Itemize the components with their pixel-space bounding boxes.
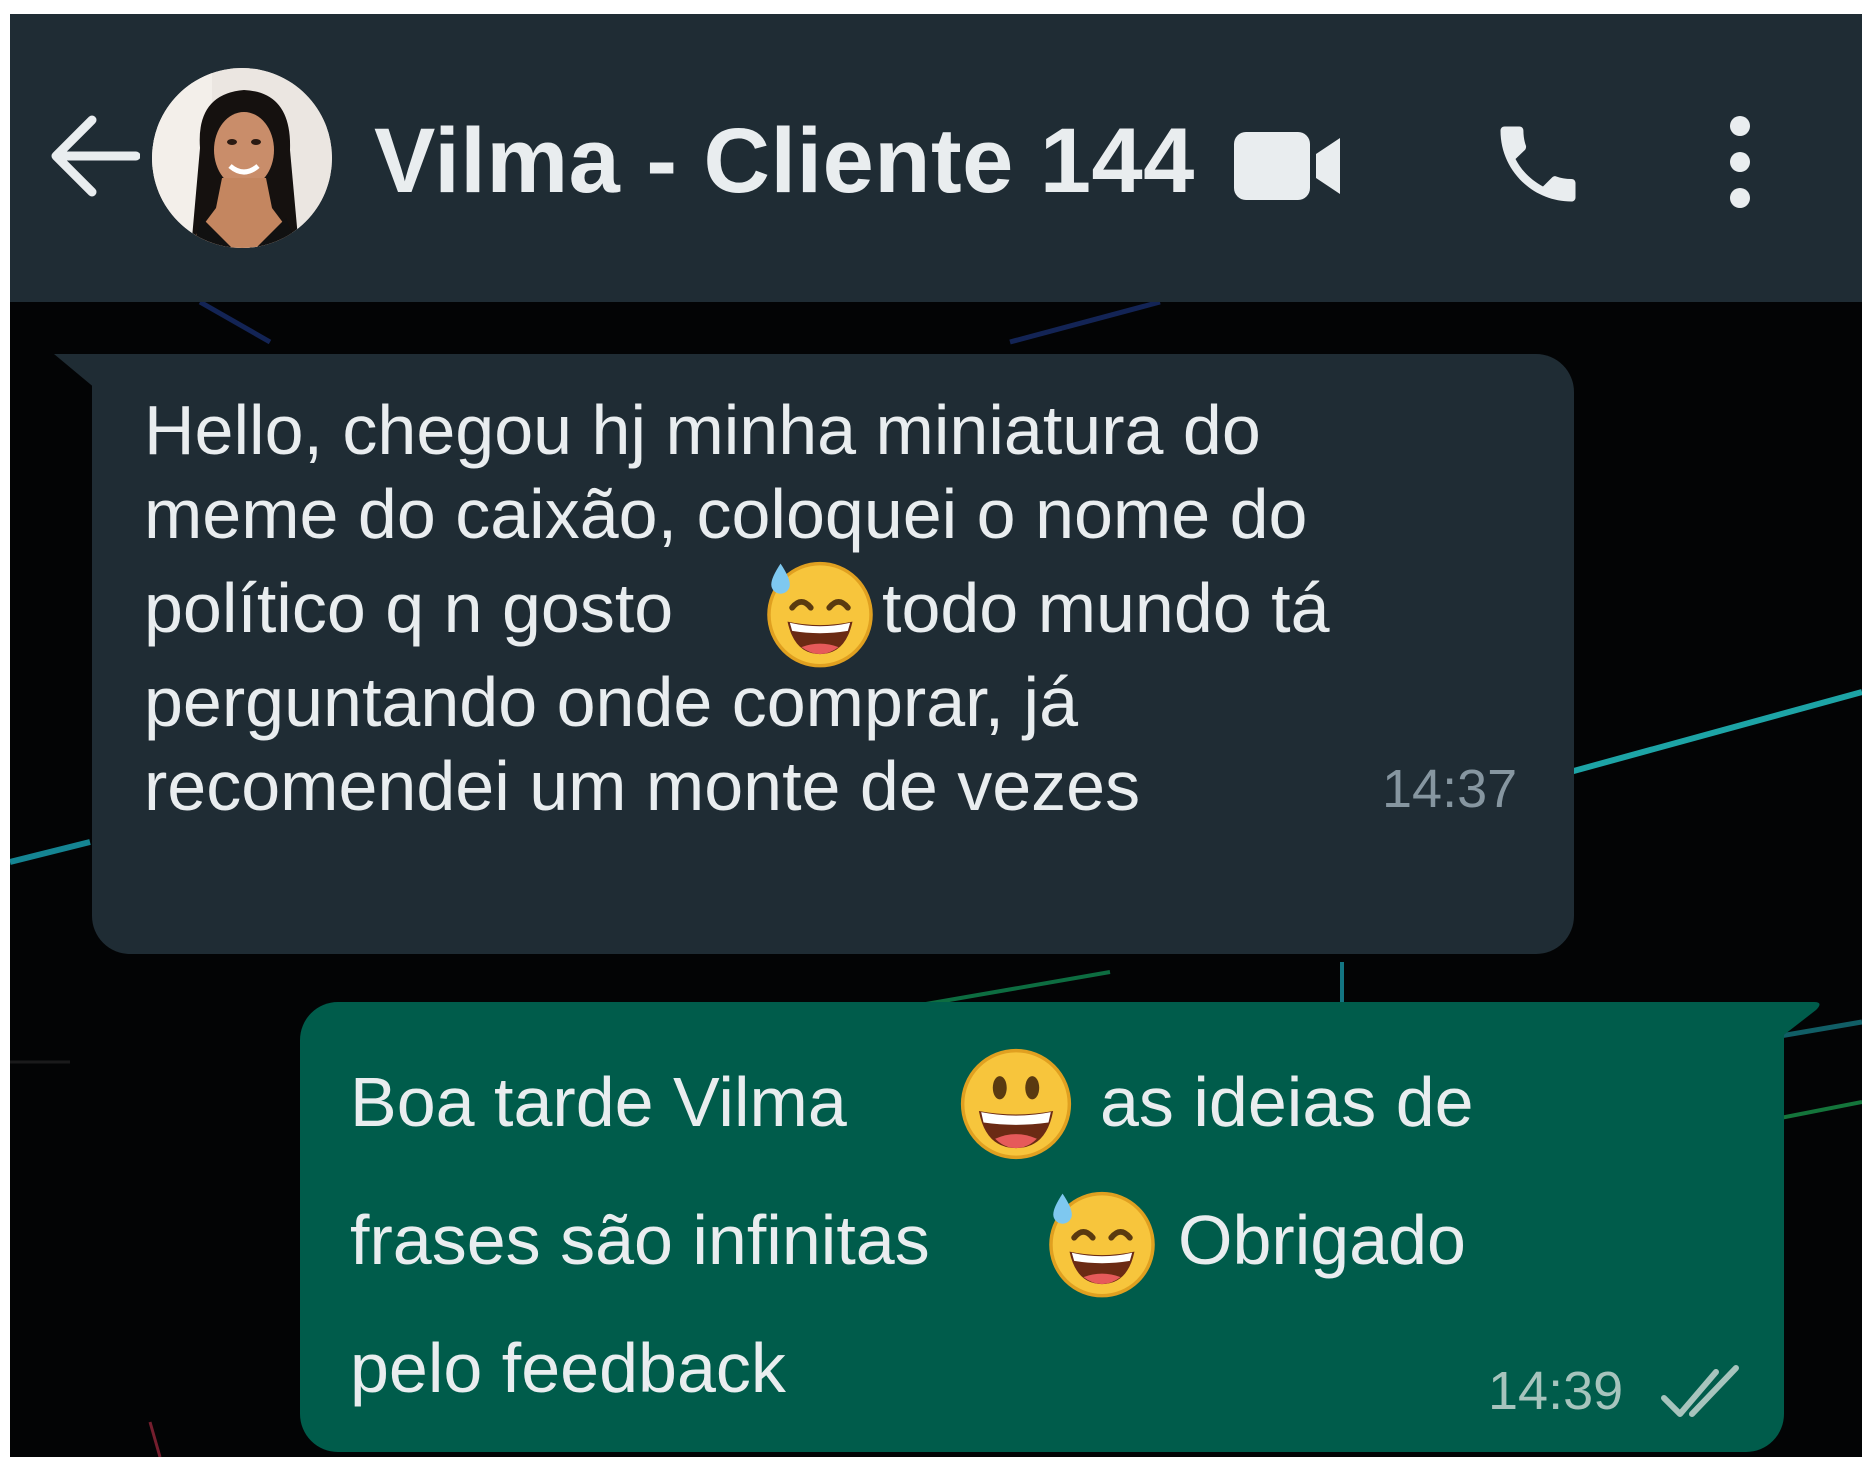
message-timestamp: 14:37 [1382, 759, 1518, 819]
incoming-message-bubble[interactable]: Hello, chegou hj minha miniatura do meme… [92, 354, 1574, 954]
grinning-sweat-emoji-icon [1049, 1191, 1155, 1298]
chat-header: Vilma - Cliente 144 [10, 14, 1862, 302]
message-text-line: pelo feedback [350, 1329, 786, 1407]
avatar[interactable] [152, 68, 332, 248]
message-text-line: político q n gosto [144, 569, 674, 647]
contact-name[interactable]: Vilma - Cliente 144 [374, 106, 1195, 216]
message-text-line: Boa tarde Vilma [350, 1063, 847, 1141]
message-text-line: Obrigado [1178, 1201, 1466, 1279]
message-timestamp: 14:39 [1488, 1361, 1624, 1421]
chat-screen: Vilma - Cliente 144 Hello, chegou hj min… [10, 14, 1862, 1457]
message-text-line: todo mundo tá [882, 569, 1330, 647]
back-arrow-icon[interactable] [48, 114, 141, 198]
grinning-sweat-emoji-icon [767, 561, 873, 668]
double-check-icon [1661, 1365, 1739, 1417]
outgoing-message-bubble[interactable]: Boa tarde Vilma as ideias de frases são … [300, 1002, 1784, 1452]
message-text-line: Hello, chegou hj minha miniatura do [144, 391, 1261, 469]
phone-icon[interactable] [1488, 114, 1588, 214]
message-text-line: recomendei um monte de vezes [144, 747, 1141, 825]
message-text-line: meme do caixão, coloquei o nome do [144, 475, 1308, 553]
grinning-emoji-icon [960, 1048, 1072, 1160]
message-text-line: frases são infinitas [350, 1201, 930, 1279]
message-text-line: perguntando onde comprar, já [144, 663, 1078, 741]
video-camera-icon[interactable] [1232, 126, 1344, 206]
message-text-line: as ideias de [1100, 1063, 1474, 1141]
more-vertical-icon[interactable] [1720, 112, 1760, 212]
